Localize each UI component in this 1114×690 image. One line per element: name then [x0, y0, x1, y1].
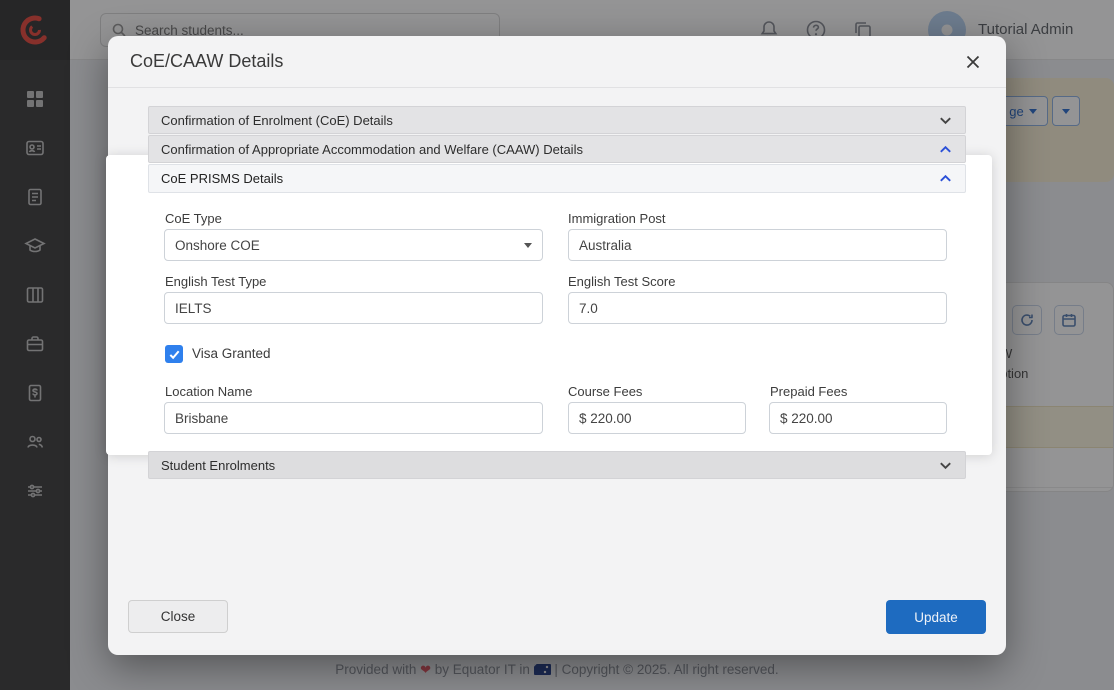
chevron-down-icon [524, 243, 532, 248]
chevron-up-icon [938, 171, 953, 186]
visa-granted-label: Visa Granted [192, 346, 271, 361]
close-icon [965, 54, 981, 70]
prepaid-fees-input[interactable] [769, 402, 947, 434]
update-button[interactable]: Update [886, 600, 986, 634]
course-fees-label: Course Fees [568, 384, 642, 399]
modal-header: CoE/CAAW Details [108, 36, 1006, 88]
english-test-type-label: English Test Type [165, 274, 266, 289]
prepaid-fees-label: Prepaid Fees [770, 384, 847, 399]
check-icon [168, 348, 181, 361]
chevron-down-icon [938, 113, 953, 128]
immigration-post-input[interactable] [568, 229, 947, 261]
section-student-enrolments[interactable]: Student Enrolments [148, 451, 966, 479]
english-test-type-input[interactable] [164, 292, 543, 324]
coe-type-select[interactable]: Onshore COE [164, 229, 543, 261]
chevron-up-icon [938, 142, 953, 157]
course-fees-input[interactable] [568, 402, 746, 434]
english-test-score-input[interactable] [568, 292, 947, 324]
section-coe-prisms-details[interactable]: CoE PRISMS Details [148, 164, 966, 193]
section-caaw-details[interactable]: Confirmation of Appropriate Accommodatio… [148, 135, 966, 163]
english-test-score-label: English Test Score [568, 274, 675, 289]
close-button[interactable]: Close [128, 600, 228, 633]
modal-title: CoE/CAAW Details [130, 51, 283, 72]
immigration-post-label: Immigration Post [568, 211, 666, 226]
coe-caaw-details-dialog: CoE/CAAW Details Confirmation of Enrolme… [108, 36, 1006, 655]
visa-granted-checkbox[interactable] [165, 345, 183, 363]
modal-close-button[interactable] [962, 51, 984, 73]
section-coe-details[interactable]: Confirmation of Enrolment (CoE) Details [148, 106, 966, 134]
coe-type-label: CoE Type [165, 211, 222, 226]
location-name-label: Location Name [165, 384, 252, 399]
location-name-input[interactable] [164, 402, 543, 434]
chevron-down-icon [938, 458, 953, 473]
